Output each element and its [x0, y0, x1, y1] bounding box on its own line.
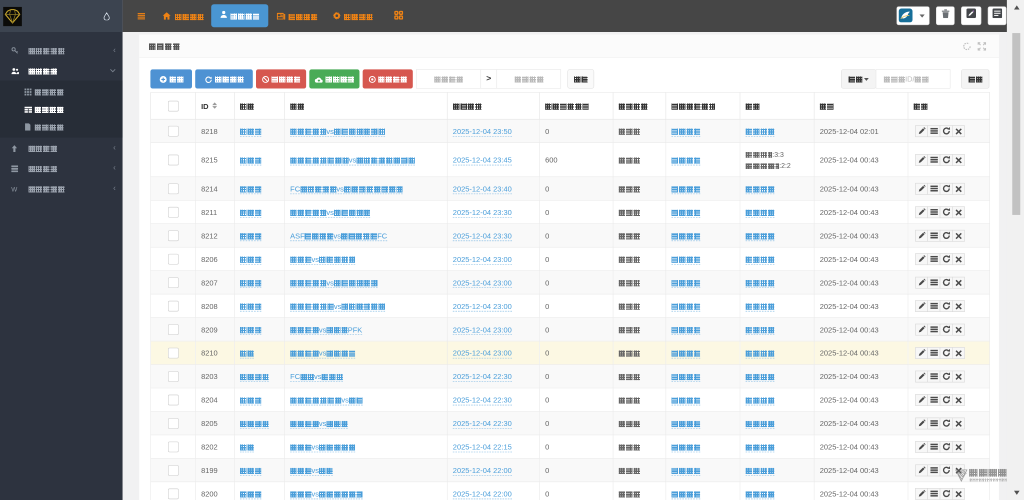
svg-text:W: W [11, 187, 17, 193]
